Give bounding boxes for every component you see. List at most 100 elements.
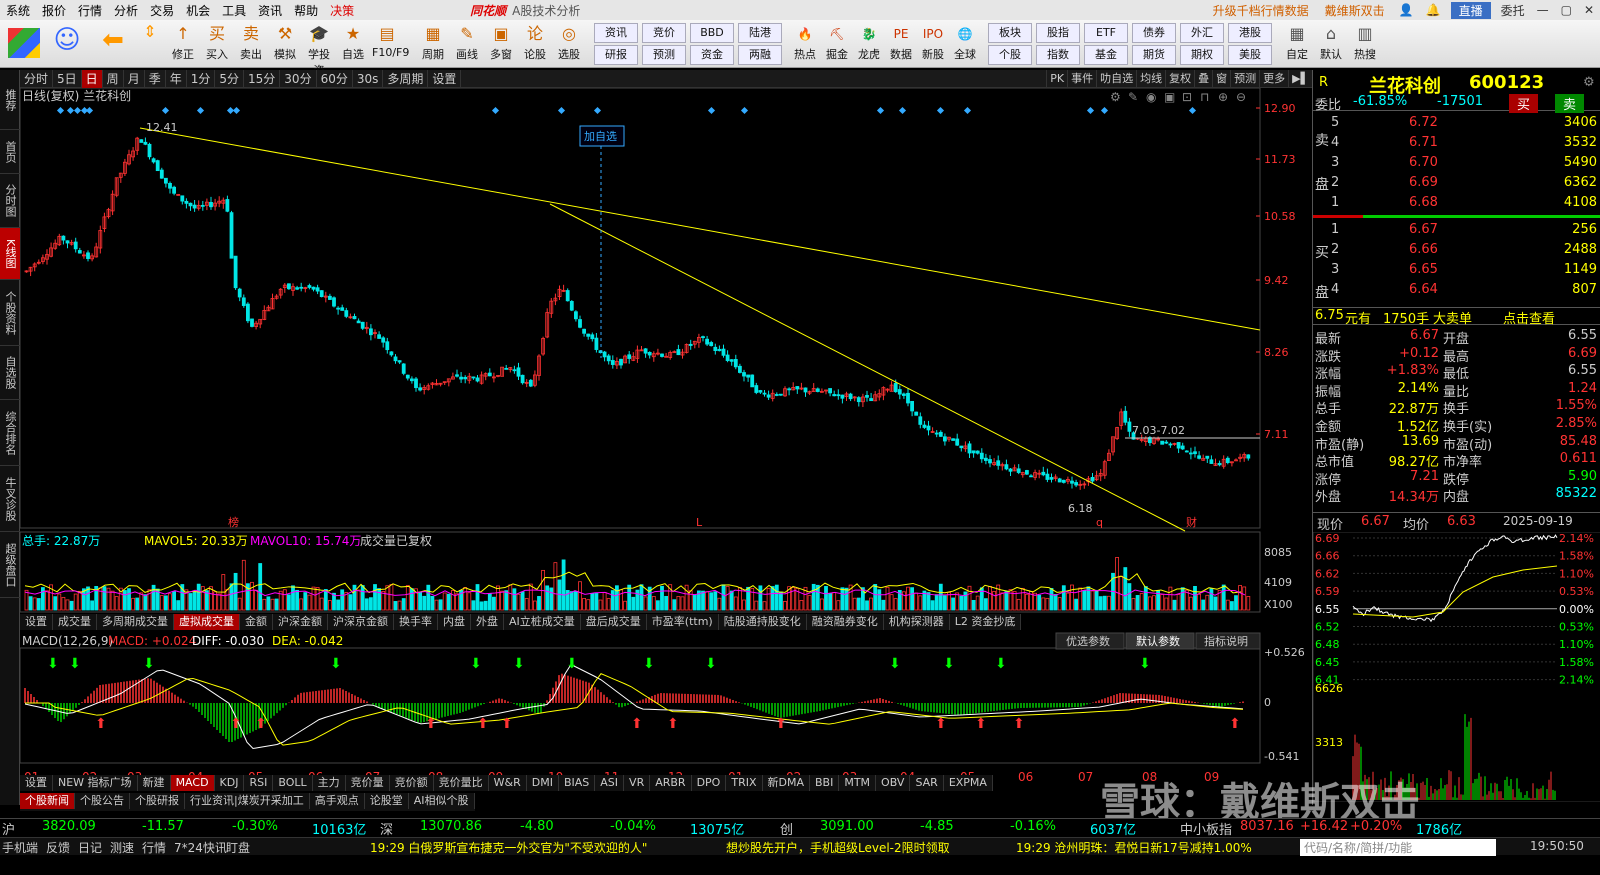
tool-window[interactable]: 窗 (1212, 69, 1230, 88)
pen-icon[interactable]: ✎ (1128, 90, 1138, 104)
chart-tools[interactable]: ⚙ ✎ ◉ ▣ ⊡ ⊓ ⊕ ⊖ (1110, 90, 1246, 104)
ask-row[interactable]: 3 6.70 5490 (1313, 155, 1600, 172)
index-name[interactable]: 创 (780, 819, 793, 838)
tab-item[interactable]: 个股新闻 (20, 793, 75, 809)
gear-icon[interactable]: ⚙ (1110, 90, 1121, 104)
tool-pk[interactable]: PK (1046, 69, 1067, 88)
toolbar-grid-button[interactable]: BBD (690, 23, 734, 43)
toolbar-button[interactable]: ★ 自选 (338, 22, 368, 68)
toolbar-grid-button[interactable]: 板块 (988, 23, 1032, 43)
promo-link-2[interactable]: 戴维斯双击 (1317, 2, 1393, 19)
unlock-icon[interactable]: ⊓ (1200, 90, 1209, 104)
tab-item[interactable]: BBI (810, 775, 840, 791)
menu-item[interactable]: 机会 (180, 2, 216, 19)
tab-item[interactable]: 沪深金额 (273, 614, 328, 630)
toolbar-grid-button[interactable]: 股指 (1036, 23, 1080, 43)
event-marker-icon[interactable] (707, 106, 716, 115)
index-name[interactable]: 中小板指 (1180, 819, 1232, 838)
nav-recommend[interactable]: 推荐 (0, 70, 20, 130)
tab-item[interactable]: RSI (244, 775, 274, 791)
period-60min[interactable]: 60分 (317, 69, 353, 88)
tool-forecast[interactable]: 预测 (1230, 69, 1259, 88)
nav-timechart[interactable]: 分时图 (0, 174, 20, 228)
toolbar-button[interactable]: IPO 新股 (918, 22, 948, 68)
period-settings[interactable]: 设置 (428, 69, 462, 88)
toolbar-grid-button[interactable]: 外汇 (1180, 23, 1224, 43)
toolbar-grid-button[interactable]: 期权 (1180, 45, 1224, 65)
period-30min[interactable]: 30分 (280, 69, 317, 88)
trade-button[interactable]: 委托 (1495, 2, 1531, 19)
tool-overlay[interactable]: 叠 (1194, 69, 1212, 88)
tab-item[interactable]: BOLL (273, 775, 313, 791)
event-marker-icon[interactable] (593, 106, 602, 115)
toolbar-grid-button[interactable]: 预测 (642, 45, 686, 65)
bid-row[interactable]: 3 6.65 1149 (1313, 262, 1600, 279)
user-icon[interactable]: 👤 (1393, 3, 1420, 17)
nav-watchlist[interactable]: 自选股 (0, 346, 20, 400)
back-icon[interactable]: ⬅ (98, 20, 128, 66)
close-icon[interactable]: ✕ (1578, 3, 1600, 17)
promo-link[interactable]: 升级千档行情数据 (1205, 2, 1317, 19)
status-watch[interactable]: 盯盘 (226, 839, 250, 856)
tab-item[interactable]: 主力 (313, 775, 346, 791)
expand-icon[interactable]: ▶▌ (1288, 69, 1312, 88)
minimize-icon[interactable]: — (1531, 3, 1555, 17)
period-timeshare[interactable]: 分时 (20, 69, 54, 88)
status-mobile[interactable]: 手机端 (2, 839, 38, 856)
tab-item[interactable]: 盘后成交量 (581, 614, 647, 630)
nav-kline[interactable]: K线图 (0, 228, 20, 280)
tab-item[interactable]: 外盘 (471, 614, 504, 630)
tab-item[interactable]: 论股堂 (365, 793, 409, 809)
status-diary[interactable]: 日记 (78, 839, 102, 856)
event-marker-icon[interactable] (557, 106, 566, 115)
promo-ticker[interactable]: 想炒股先开户，手机超级Level-2限时领取 (726, 839, 950, 856)
event-marker-icon[interactable] (1188, 106, 1197, 115)
toolbar-grid-button[interactable]: 美股 (1228, 45, 1272, 65)
menu-item[interactable]: 资讯 (252, 2, 288, 19)
tab-item[interactable]: 个股研报 (130, 793, 185, 809)
bid-row[interactable]: 4 6.64 807 (1313, 282, 1600, 299)
event-marker-icon[interactable] (876, 106, 885, 115)
ask-row[interactable]: 1 6.68 4108 (1313, 195, 1600, 212)
tool-events[interactable]: 事件 (1067, 69, 1096, 88)
toolbar-button[interactable]: 买买入 (202, 22, 232, 68)
chart-svg[interactable]: 日线(复权) 兰花科创 ⚙ ✎ ◉ ▣ ⊡ ⊓ ⊕ ⊖ 12.90 11.73 10… (19, 87, 1312, 803)
ask-row[interactable]: 4 6.71 3532 (1313, 135, 1600, 152)
search-input[interactable]: 代码/名称/简拼/功能 (1300, 839, 1496, 856)
toolbar-grid-button[interactable]: 竞价 (642, 23, 686, 43)
event-marker-icon[interactable] (56, 106, 65, 115)
toolbar-button[interactable]: ▥ 热搜 (1350, 22, 1380, 68)
nav-superpanel[interactable]: 超级盘口 (0, 532, 20, 598)
menu-item[interactable]: 行情 (72, 2, 108, 19)
event-marker-icon[interactable] (196, 106, 205, 115)
tab-item[interactable]: MACD (170, 775, 215, 791)
index-name[interactable]: 深 (380, 819, 393, 838)
index-name[interactable]: 沪 (2, 819, 15, 838)
tab-item[interactable]: 个股公告 (75, 793, 130, 809)
toolbar-grid-button[interactable]: 期货 (1132, 45, 1176, 65)
tab-item[interactable]: 竞价量 (346, 775, 390, 791)
menu-item[interactable]: 分析 (108, 2, 144, 19)
tab-item[interactable]: 换手率 (394, 614, 438, 630)
tab-item[interactable]: L2 资金抄底 (950, 614, 1022, 630)
event-marker-icon[interactable] (898, 106, 907, 115)
tab-item[interactable]: 融资融券变化 (807, 614, 884, 630)
toolbar-grid-button[interactable]: 港股 (1228, 23, 1272, 43)
toolbar-button[interactable]: ▣ 多窗 (486, 22, 516, 68)
period-multi[interactable]: 多周期 (383, 69, 429, 88)
period-1min[interactable]: 1分 (187, 69, 216, 88)
tab-item[interactable]: VR (624, 775, 651, 791)
tab-item[interactable]: 竞价量比 (434, 775, 489, 791)
toolbar-grid-button[interactable]: ETF (1084, 23, 1128, 43)
tab-item[interactable]: DMI (527, 775, 559, 791)
tab-item[interactable]: 设置 (20, 614, 53, 630)
period-15min[interactable]: 15分 (244, 69, 281, 88)
tab-item[interactable]: AI立桩成交量 (504, 614, 581, 630)
tab-item[interactable]: BIAS (559, 775, 596, 791)
toolbar-grid-button[interactable]: 陆港 (738, 23, 782, 43)
nav-diagnose[interactable]: 牛叉诊股 (0, 466, 20, 532)
event-marker-icon[interactable] (85, 106, 94, 115)
trendline-short[interactable] (549, 203, 1186, 532)
toolbar-grid-button[interactable]: 资金 (690, 45, 734, 65)
tab-item[interactable]: DPO (692, 775, 727, 791)
